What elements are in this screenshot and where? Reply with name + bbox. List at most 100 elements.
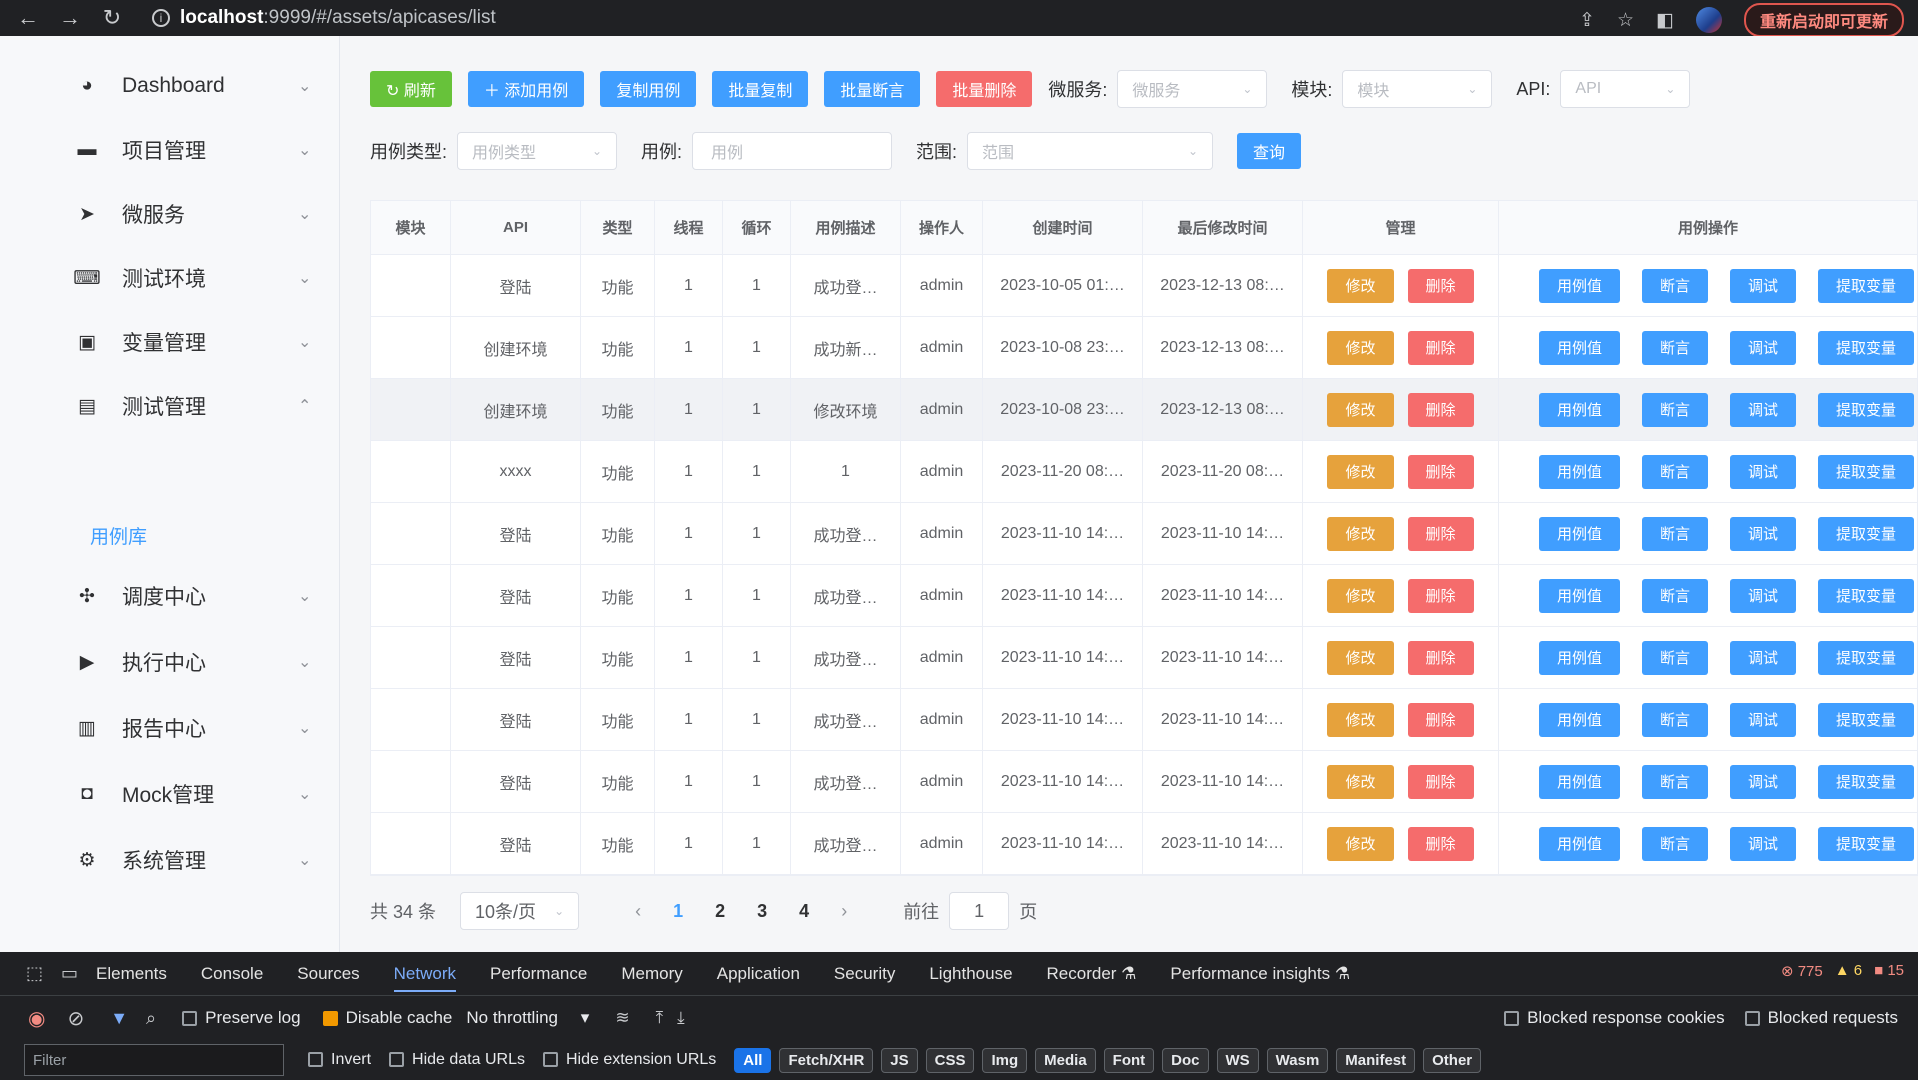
query-button[interactable]: 查询 (1237, 133, 1302, 169)
assert-button[interactable]: 断言 (1642, 330, 1709, 365)
sidebar-item-scheduler[interactable]: ✣ 调度中心 ⌄ (0, 566, 340, 626)
debug-button[interactable]: 调试 (1730, 578, 1797, 613)
case-value-button[interactable]: 用例值 (1539, 330, 1621, 365)
sidebar-item-projects[interactable]: ▬ 项目管理 ⌄ (0, 120, 340, 180)
blocked-cookies-checkbox[interactable]: Blocked response cookies (1504, 1008, 1725, 1028)
case-value-button[interactable]: 用例值 (1539, 454, 1621, 489)
case-value-button[interactable]: 用例值 (1539, 702, 1621, 737)
extract-variable-button[interactable]: 提取变量 (1818, 578, 1915, 613)
page-button-4[interactable]: 4 (799, 901, 809, 922)
tab-security[interactable]: Security (834, 964, 895, 984)
sidebar-item-reports[interactable]: ▥ 报告中心 ⌄ (0, 698, 340, 758)
case-value-button[interactable]: 用例值 (1539, 516, 1621, 551)
edit-button[interactable]: 修改 (1327, 640, 1394, 675)
type-filter-manifest[interactable]: Manifest (1336, 1047, 1416, 1073)
debug-button[interactable]: 调试 (1730, 268, 1797, 303)
extract-variable-button[interactable]: 提取变量 (1818, 392, 1915, 427)
module-select[interactable]: 模块 ⌄ (1342, 70, 1493, 108)
scope-select[interactable]: 范围 ⌄ (967, 132, 1214, 170)
batch-delete-button[interactable]: 批量删除 (936, 71, 1033, 107)
edit-button[interactable]: 修改 (1327, 454, 1394, 489)
extract-variable-button[interactable]: 提取变量 (1818, 826, 1915, 861)
case-type-select[interactable]: 用例类型 ⌄ (457, 132, 618, 170)
sidebar-subitem-case-library[interactable]: 用例库 (90, 522, 147, 549)
type-filter-ws[interactable]: WS (1216, 1047, 1259, 1073)
assert-button[interactable]: 断言 (1642, 826, 1709, 861)
extract-variable-button[interactable]: 提取变量 (1818, 702, 1915, 737)
extract-variable-button[interactable]: 提取变量 (1818, 516, 1915, 551)
bookmark-star-icon[interactable]: ☆ (1617, 9, 1634, 32)
tab-memory[interactable]: Memory (621, 964, 682, 984)
blocked-requests-checkbox[interactable]: Blocked requests (1744, 1008, 1898, 1028)
side-panel-icon[interactable]: ◧ (1656, 9, 1674, 32)
type-filter-doc[interactable]: Doc (1162, 1047, 1209, 1073)
sidebar-item-microservice[interactable]: ➤ 微服务 ⌄ (0, 184, 340, 244)
case-value-button[interactable]: 用例值 (1539, 826, 1621, 861)
forward-icon[interactable]: → (52, 3, 88, 33)
page-button-3[interactable]: 3 (757, 901, 767, 922)
back-icon[interactable]: ← (10, 3, 46, 33)
page-button-2[interactable]: 2 (715, 901, 725, 922)
delete-button[interactable]: 删除 (1407, 826, 1474, 861)
case-input[interactable]: 用例 (692, 132, 893, 170)
edit-button[interactable]: 修改 (1327, 764, 1394, 799)
delete-button[interactable]: 删除 (1407, 578, 1474, 613)
debug-button[interactable]: 调试 (1730, 392, 1797, 427)
debug-button[interactable]: 调试 (1730, 702, 1797, 737)
delete-button[interactable]: 删除 (1407, 516, 1474, 551)
tab-sources[interactable]: Sources (297, 964, 359, 984)
clear-icon[interactable]: ⊘ (67, 1006, 84, 1031)
refresh-button[interactable]: ↻ 刷新 (370, 71, 452, 107)
sidebar-item-execution[interactable]: ▶ 执行中心 ⌄ (0, 632, 340, 692)
tab-console[interactable]: Console (201, 964, 263, 984)
sidebar-item-test-management[interactable]: ▤ 测试管理 ⌃ (0, 376, 340, 436)
tab-performance[interactable]: Performance (490, 964, 587, 984)
type-filter-img[interactable]: Img (982, 1047, 1028, 1073)
delete-button[interactable]: 删除 (1407, 640, 1474, 675)
type-filter-font[interactable]: Font (1103, 1047, 1155, 1073)
delete-button[interactable]: 删除 (1407, 330, 1474, 365)
edit-button[interactable]: 修改 (1327, 826, 1394, 861)
assert-button[interactable]: 断言 (1642, 454, 1709, 489)
preserve-log-checkbox[interactable]: Preserve log (182, 1008, 301, 1028)
tab-elements[interactable]: Elements (96, 964, 167, 984)
assert-button[interactable]: 断言 (1642, 764, 1709, 799)
add-case-button[interactable]: ＋ 添加用例 (467, 71, 585, 107)
case-value-button[interactable]: 用例值 (1539, 578, 1621, 613)
disable-cache-checkbox[interactable]: Disable cache (322, 1008, 452, 1028)
case-value-button[interactable]: 用例值 (1539, 392, 1621, 427)
extract-variable-button[interactable]: 提取变量 (1818, 268, 1915, 303)
extract-variable-button[interactable]: 提取变量 (1818, 640, 1915, 675)
tab-recorder[interactable]: Recorder ⚗ (1047, 964, 1137, 984)
tab-performance-insights[interactable]: Performance insights ⚗ (1170, 964, 1350, 984)
case-value-button[interactable]: 用例值 (1539, 764, 1621, 799)
prev-page-button[interactable]: ‹ (635, 901, 641, 922)
extract-variable-button[interactable]: 提取变量 (1818, 764, 1915, 799)
export-har-icon[interactable]: ⤓ (677, 1008, 685, 1028)
edit-button[interactable]: 修改 (1327, 578, 1394, 613)
sidebar-item-mock[interactable]: ◘ Mock管理 ⌄ (0, 764, 340, 824)
debug-button[interactable]: 调试 (1730, 330, 1797, 365)
type-filter-wasm[interactable]: Wasm (1266, 1047, 1329, 1073)
debug-button[interactable]: 调试 (1730, 764, 1797, 799)
extract-variable-button[interactable]: 提取变量 (1818, 330, 1915, 365)
sidebar-item-dashboard[interactable]: ◕ Dashboard ⌄ (0, 56, 340, 116)
extract-variable-button[interactable]: 提取变量 (1818, 454, 1915, 489)
debug-button[interactable]: 调试 (1730, 640, 1797, 675)
profile-avatar[interactable] (1695, 7, 1722, 33)
assert-button[interactable]: 断言 (1642, 578, 1709, 613)
sidebar-item-system[interactable]: ⚙ 系统管理 ⌄ (0, 830, 340, 890)
goto-page-input[interactable]: 1 (949, 892, 1010, 930)
sidebar-item-test-env[interactable]: ⌨ 测试环境 ⌄ (0, 248, 340, 308)
issue-counts[interactable]: ⊗ 775 ▲ 6 ■ 15 (1781, 962, 1904, 980)
type-filter-all[interactable]: All (734, 1047, 772, 1073)
device-toolbar-icon[interactable]: ▭ (61, 963, 78, 984)
tab-lighthouse[interactable]: Lighthouse (929, 964, 1012, 984)
filter-icon[interactable]: ▼ (110, 1008, 128, 1029)
assert-button[interactable]: 断言 (1642, 702, 1709, 737)
hide-extension-urls-checkbox[interactable]: Hide extension URLs (542, 1051, 716, 1069)
tab-network[interactable]: Network (393, 956, 457, 992)
debug-button[interactable]: 调试 (1730, 454, 1797, 489)
import-har-icon[interactable]: ⤒ (656, 1008, 664, 1028)
invert-checkbox[interactable]: Invert (308, 1051, 371, 1069)
